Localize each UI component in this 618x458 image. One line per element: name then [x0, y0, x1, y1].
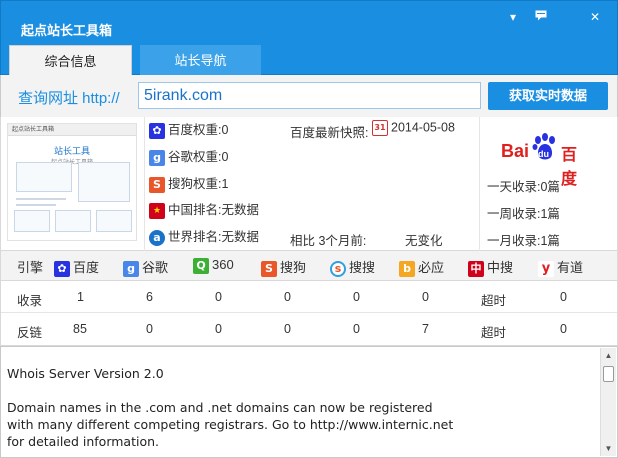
whois-line: Whois Server Version 2.0 — [7, 366, 164, 381]
engine-header-row: 引擎 ✿ 百度 g 谷歌 Q 360 S 搜狗 s 搜搜 b 必应 中中搜 y 有道 — [0, 251, 618, 281]
engine-sogou: S 搜狗 — [261, 257, 306, 277]
whois-content: Whois Server Version 2.0 Domain names in… — [7, 365, 592, 450]
table-cell: 85 — [73, 322, 87, 336]
sogou-weight: S 搜狗权重:1 — [149, 174, 228, 194]
row-label: 收录 — [17, 294, 43, 308]
soso-icon: s — [330, 260, 346, 277]
table-cell: 0 — [353, 290, 360, 304]
site-thumbnail[interactable]: 起点站长工具箱 站长工具 起点站长工具箱 — [7, 123, 137, 241]
table-cell: 0 — [284, 290, 291, 304]
scroll-down-icon[interactable]: ▼ — [601, 441, 616, 456]
snapshot-label: 百度最新快照: — [290, 126, 369, 140]
table-cell: 6 — [146, 290, 153, 304]
index-week: 一周收录:1篇 — [487, 207, 560, 221]
engine-bing: b 必应 — [399, 257, 444, 277]
calendar-icon: 31 — [372, 120, 388, 136]
table-cell: 0 — [560, 290, 567, 304]
table-cell: 0 — [353, 322, 360, 336]
thumbnail-block — [16, 162, 72, 192]
title-bar: 起点站长工具箱 ▾ ✕ 综合信息 站长导航 — [0, 0, 618, 76]
baidu-logo: Bai du 百度 — [501, 131, 591, 188]
sogou-s-icon: S — [261, 260, 277, 277]
baidu-paw-icon: ✿ — [149, 122, 165, 139]
table-cell: 0 — [560, 322, 567, 336]
whois-line: Domain names in the .com and .net domain… — [7, 400, 433, 415]
sogou-s-icon: S — [149, 176, 165, 193]
scroll-thumb[interactable] — [603, 366, 614, 382]
table-cell: 0 — [284, 322, 291, 336]
fetch-realtime-button[interactable]: 获取实时数据 — [488, 82, 608, 110]
engine-zhongsou: 中中搜 — [468, 257, 513, 277]
bing-icon: b — [399, 260, 415, 277]
world-rank: a 世界排名:无数据 — [149, 227, 259, 247]
google-weight: g 谷歌权重:0 — [149, 147, 228, 167]
thumbnail-line — [16, 204, 56, 206]
scroll-up-icon[interactable]: ▲ — [601, 348, 616, 363]
table-cell: 0 — [146, 322, 153, 336]
china-rank: ★ 中国排名:无数据 — [149, 200, 259, 220]
engine-header-label: 引擎 — [17, 260, 44, 275]
row-label: 反链 — [17, 326, 43, 340]
zhongsou-icon: 中 — [468, 260, 484, 277]
google-g-icon: g — [123, 260, 139, 277]
tab-overview[interactable]: 综合信息 — [9, 45, 132, 76]
engine-google: g 谷歌 — [123, 257, 168, 277]
baidu-paw-icon: ✿ — [54, 260, 70, 277]
index-day: 一天收录:0篇 — [487, 180, 560, 194]
compare-label: 相比 3个月前: — [290, 234, 367, 248]
engine-360: Q 360 — [193, 257, 234, 274]
whois-line: for detailed information. — [7, 434, 160, 449]
compare-value: 无变化 — [405, 234, 443, 248]
whois-line — [7, 382, 592, 399]
table-cell: 超时 — [481, 326, 507, 340]
table-row-backlinks: 反链 85 0 0 0 0 7 超时 0 — [1, 313, 617, 345]
close-icon[interactable]: ✕ — [586, 9, 604, 25]
whois-textarea[interactable]: Whois Server Version 2.0 Domain names in… — [0, 346, 618, 458]
thumbnail-block — [96, 210, 132, 232]
whois-line: with many different competing registrars… — [7, 417, 454, 432]
engine-baidu: ✿ 百度 — [54, 257, 99, 277]
table-cell: 0 — [422, 290, 429, 304]
google-g-icon: g — [149, 149, 165, 166]
engine-stats-table: 收录 1 6 0 0 0 0 超时 0 反链 85 0 0 0 0 7 超时 0 — [0, 281, 618, 346]
site-info-panel: 起点站长工具箱 站长工具 起点站长工具箱 ✿百度权重:0 g谷歌权重:0 S搜狗… — [0, 117, 618, 251]
url-label: 查询网址 http:// — [18, 90, 120, 107]
alexa-a-icon: a — [149, 229, 165, 246]
vertical-scrollbar[interactable]: ▲ ▼ — [600, 348, 616, 456]
thumbnail-block — [14, 210, 50, 232]
table-cell: 超时 — [481, 294, 507, 308]
table-cell: 0 — [215, 290, 222, 304]
query-bar: 查询网址 http:// 5irank.com 获取实时数据 — [0, 75, 618, 117]
engine-soso: s 搜搜 — [330, 257, 375, 277]
index-month: 一月收录:1篇 — [487, 234, 560, 248]
table-row-indexed: 收录 1 6 0 0 0 0 超时 0 — [1, 281, 617, 313]
thumbnail-header: 起点站长工具箱 — [8, 124, 136, 136]
menu-dropdown-icon[interactable]: ▾ — [504, 9, 522, 25]
360-search-icon: Q — [193, 257, 209, 274]
app-title: 起点站长工具箱 — [21, 23, 113, 38]
thumbnail-line — [16, 198, 66, 200]
table-cell: 7 — [422, 322, 429, 336]
snapshot-date: 31 2014-05-08 — [372, 120, 455, 136]
baidu-index-column: Bai du 百度 一天收录:0篇 一周收录:1篇 一月收录:1篇 — [481, 117, 617, 251]
thumbnail-block — [78, 162, 130, 202]
tab-webmaster-nav[interactable]: 站长导航 — [140, 45, 261, 76]
rank-column: ✿ 百度权重:0 g 谷歌权重:0 S 搜狗权重:1 ★ 中国排名:无数据 a 世界排名:… — [144, 117, 480, 251]
feedback-icon[interactable] — [532, 9, 550, 25]
engine-youdao: y 有道 — [538, 257, 583, 277]
thumbnail-block — [55, 210, 91, 232]
baidu-weight: ✿ 百度权重:0 — [149, 120, 228, 140]
url-input[interactable]: 5irank.com — [138, 82, 481, 109]
table-cell: 0 — [215, 322, 222, 336]
table-cell: 1 — [77, 290, 84, 304]
youdao-icon: y — [538, 260, 554, 277]
china-flag-icon: ★ — [149, 202, 165, 219]
thumbnail-title: 站长工具 — [53, 146, 90, 156]
